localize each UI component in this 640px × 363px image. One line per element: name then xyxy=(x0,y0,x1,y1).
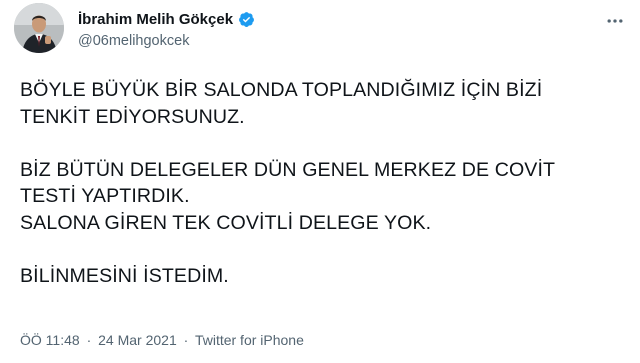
tweet-line: BİZ BÜTÜN DELEGELER DÜN GENEL MERKEZ DE … xyxy=(20,158,556,181)
tweet-time[interactable]: ÖÖ 11:48 xyxy=(20,332,80,348)
author-name-row: İbrahim Melih Gökçek xyxy=(78,9,255,29)
tweet-line: BİLİNMESİNİ İSTEDİM. xyxy=(20,264,229,287)
tweet-meta: ÖÖ 11:48 · 24 Mar 2021 · Twitter for iPh… xyxy=(20,332,304,348)
avatar[interactable] xyxy=(14,3,64,53)
tweet-text: BÖYLE BÜYÜK BİR SALONDA TOPLANDIĞIMIZ İÇ… xyxy=(20,77,630,289)
tweet-line: BÖYLE BÜYÜK BİR SALONDA TOPLANDIĞIMIZ İÇ… xyxy=(20,79,543,101)
tweet-line: TENKİT EDİYORSUNUZ. xyxy=(20,105,245,128)
verified-badge-icon xyxy=(238,11,255,28)
display-name[interactable]: İbrahim Melih Gökçek xyxy=(78,11,233,28)
more-horizontal-icon[interactable] xyxy=(604,10,626,32)
meta-separator: · xyxy=(183,332,189,348)
avatar-image xyxy=(14,3,64,53)
tweet-source[interactable]: Twitter for iPhone xyxy=(195,332,304,348)
author-handle[interactable]: @06melihgokcek xyxy=(78,33,189,49)
tweet-line: SALONA GİREN TEK COVİTLİ DELEGE YOK. xyxy=(20,211,432,234)
tweet-date[interactable]: 24 Mar 2021 xyxy=(98,332,177,348)
tweet-card: İbrahim Melih Gökçek @06melihgokcek BÖYL… xyxy=(0,0,640,363)
meta-separator: · xyxy=(86,332,92,348)
tweet-line: TESTİ YAPTIRDIK. xyxy=(20,185,190,207)
